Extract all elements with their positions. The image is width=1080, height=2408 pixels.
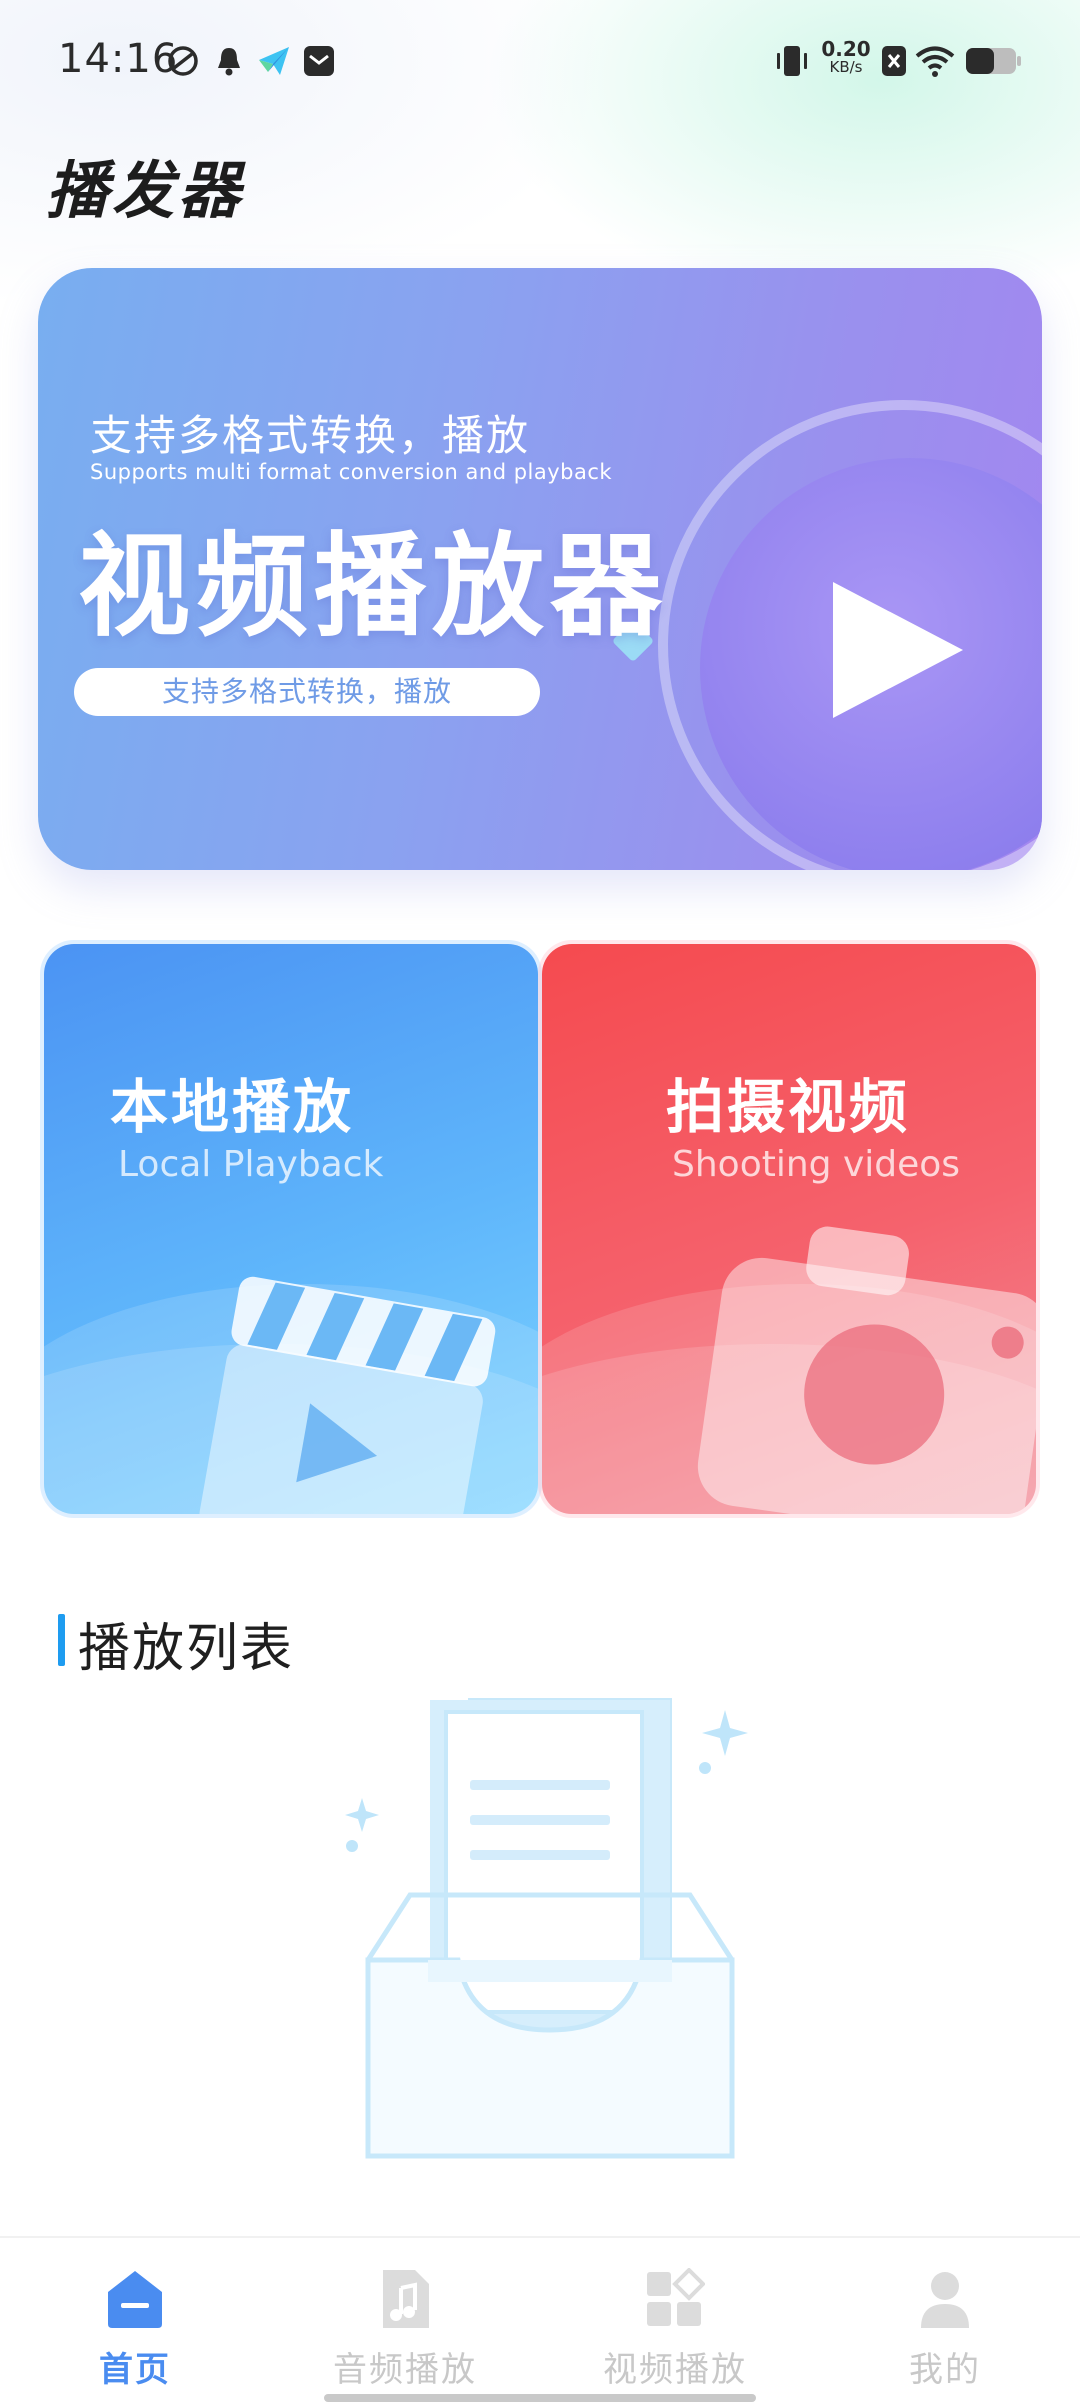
battery-icon bbox=[966, 48, 1021, 74]
nav-profile[interactable]: 我的 bbox=[810, 2238, 1080, 2408]
nav-video-playback[interactable]: 视频播放 bbox=[540, 2238, 810, 2408]
status-time: 14:16 bbox=[58, 36, 179, 82]
shooting-videos-title: 拍摄视频 bbox=[666, 1073, 911, 1141]
nav-home[interactable]: 首页 bbox=[0, 2238, 270, 2408]
user-icon bbox=[921, 2272, 969, 2328]
network-speed: 0.20 KB/s bbox=[818, 37, 874, 76]
section-accent-bar bbox=[58, 1614, 65, 1666]
paper-plane-icon bbox=[259, 47, 289, 75]
nav-profile-label: 我的 bbox=[909, 2350, 981, 2390]
sync-icon bbox=[168, 46, 198, 76]
hero-subtitle-english: Supports multi format conversion and pla… bbox=[90, 460, 613, 484]
vibrate-icon bbox=[777, 46, 807, 76]
bell-icon bbox=[218, 48, 240, 76]
hero-banner[interactable]: 支持多格式转换，播放 Supports multi format convers… bbox=[38, 268, 1042, 870]
hero-title: 视频播放器 bbox=[78, 522, 668, 652]
message-box-icon bbox=[304, 46, 334, 76]
shooting-videos-subtitle: Shooting videos bbox=[672, 1144, 961, 1185]
shooting-videos-card[interactable]: 拍摄视频 Shooting videos bbox=[542, 944, 1036, 1514]
hero-subtitle: 支持多格式转换，播放 bbox=[90, 411, 531, 460]
clapperboard-icon bbox=[199, 1276, 496, 1514]
empty-inbox-icon bbox=[345, 1698, 748, 2159]
playlist-title: 播放列表 bbox=[78, 1619, 295, 1679]
wifi-icon bbox=[915, 46, 955, 77]
video-grid-icon bbox=[647, 2268, 705, 2326]
play-icon bbox=[833, 582, 963, 718]
network-speed-value: 0.20 bbox=[821, 37, 871, 61]
local-playback-subtitle: Local Playback bbox=[118, 1144, 384, 1185]
music-file-icon bbox=[383, 2270, 429, 2328]
home-indicator[interactable] bbox=[324, 2394, 756, 2402]
home-screen: 14:16 0.20 KB/s 播发器 支持多格式转换，播放 Supports … bbox=[0, 0, 1080, 2408]
status-bar: 14:16 0.20 KB/s bbox=[0, 0, 1080, 130]
nav-video-playback-label: 视频播放 bbox=[603, 2350, 747, 2390]
nav-home-label: 首页 bbox=[99, 2350, 171, 2390]
nav-audio-playback[interactable]: 音频播放 bbox=[270, 2238, 540, 2408]
hero-pill-label: 支持多格式转换，播放 bbox=[74, 668, 540, 716]
camera-icon bbox=[697, 1226, 1036, 1514]
sim-x-icon bbox=[882, 46, 906, 76]
local-playback-title: 本地播放 bbox=[110, 1073, 355, 1141]
page-title: 播发器 bbox=[46, 154, 245, 227]
home-icon bbox=[108, 2271, 162, 2328]
nav-audio-playback-label: 音频播放 bbox=[333, 2350, 477, 2390]
bottom-nav: 首页 音频播放 视频播放 我的 bbox=[0, 2236, 1080, 2408]
local-playback-card[interactable]: 本地播放 Local Playback bbox=[44, 944, 538, 1514]
